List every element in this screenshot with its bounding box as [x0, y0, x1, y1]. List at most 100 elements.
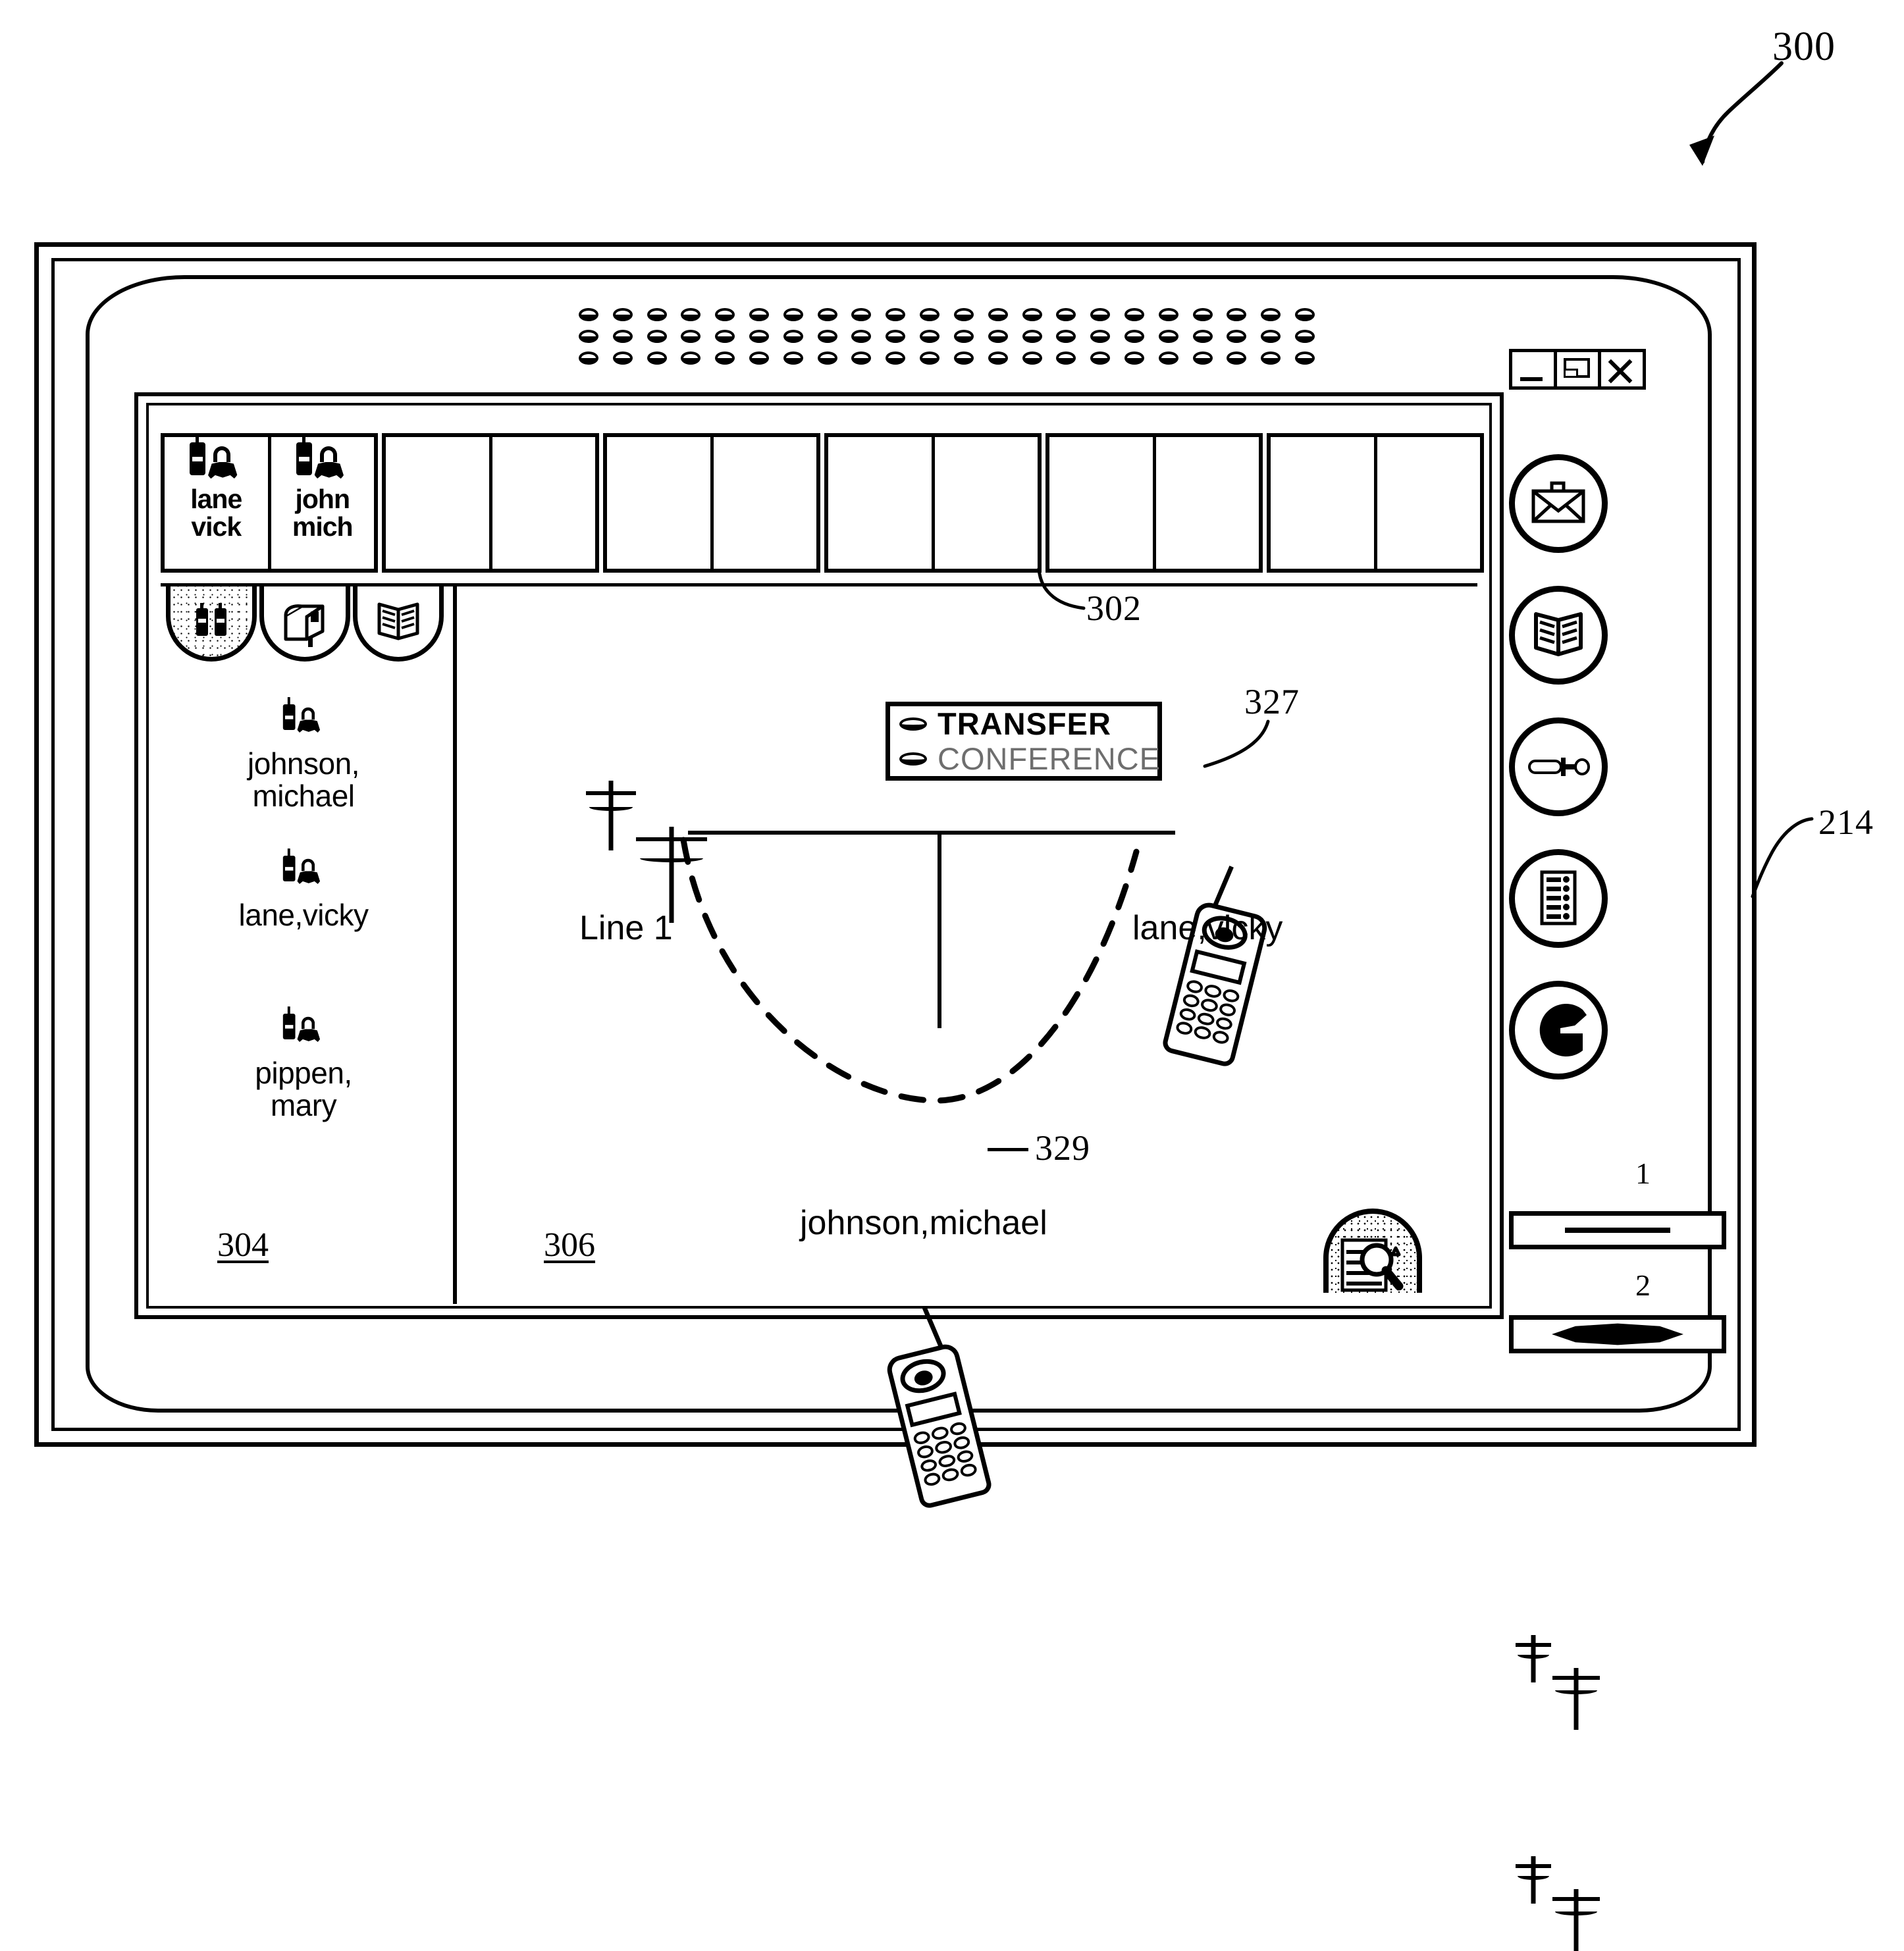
- tab-empty[interactable]: [492, 437, 595, 569]
- tab-empty[interactable]: [386, 437, 492, 569]
- tab-empty[interactable]: [607, 437, 714, 569]
- speaker-hole: [920, 329, 940, 343]
- speaker-hole: [1295, 351, 1315, 365]
- restore-button[interactable]: [1557, 352, 1602, 386]
- speaker-hole: [749, 308, 769, 322]
- menu-item-transfer[interactable]: TRANSFER: [890, 706, 1157, 741]
- speaker-hole: [1158, 308, 1178, 322]
- telephone-pole-small-icon: [586, 781, 636, 850]
- speaker-hole: [1090, 329, 1111, 343]
- speaker-hole: [1124, 351, 1144, 365]
- toolbar-button-messages[interactable]: [1509, 454, 1608, 553]
- list-item[interactable]: pippen, mary: [162, 1006, 445, 1122]
- speaker-hole: [817, 329, 837, 343]
- toolbar-button-directory[interactable]: [1509, 586, 1608, 685]
- speaker-hole: [886, 308, 906, 322]
- transfer-conference-menu[interactable]: TRANSFER CONFERENCE: [886, 702, 1162, 781]
- speaker-hole: [851, 351, 872, 365]
- tab-empty[interactable]: [1377, 437, 1480, 569]
- tab-empty[interactable]: [934, 437, 1038, 569]
- speaker-hole: [715, 351, 735, 365]
- radio-icon: [899, 717, 927, 731]
- device-leader-line: [1751, 817, 1814, 898]
- two-poles-icon: [1516, 1856, 1551, 1904]
- toolbar-button-brand[interactable]: [1509, 981, 1608, 1080]
- tab-empty[interactable]: [1155, 437, 1259, 569]
- right-toolbar: [1509, 454, 1641, 1310]
- tab-label-line1: lane: [190, 484, 242, 514]
- speaker-hole: [886, 329, 906, 343]
- speaker-hole: [1022, 308, 1042, 322]
- tab-group: [1267, 433, 1484, 573]
- line-1-indicator[interactable]: [1509, 1211, 1726, 1249]
- speaker-hole: [715, 308, 735, 322]
- line-2-indicator[interactable]: [1509, 1315, 1726, 1353]
- tab-empty[interactable]: [713, 437, 816, 569]
- toolbar-button-call-log[interactable]: [1509, 849, 1608, 948]
- speaker-hole: [1022, 329, 1042, 343]
- speaker-hole: [988, 329, 1008, 343]
- mailbox-icon: [284, 604, 325, 647]
- speaker-hole: [647, 351, 667, 365]
- speaker-hole: [1056, 308, 1076, 322]
- speaker-hole: [783, 308, 803, 322]
- tab-empty[interactable]: [1271, 437, 1377, 569]
- speaker-hole: [1090, 351, 1111, 365]
- tab-group: [603, 433, 820, 573]
- speaker-hole: [715, 329, 735, 343]
- tab-group: [382, 433, 599, 573]
- speaker-hole: [1192, 329, 1213, 343]
- speaker-hole: [681, 308, 701, 322]
- tab-lane[interactable]: lane vick: [165, 437, 271, 569]
- speaker-hole: [851, 329, 872, 343]
- person-handset-icon: [291, 437, 354, 486]
- remote-party-label: lane,vicky: [1132, 909, 1283, 947]
- two-poles-icon: [1552, 1668, 1600, 1730]
- toolbar-button-settings[interactable]: [1509, 717, 1608, 816]
- line-1-number: 1: [1635, 1157, 1651, 1190]
- person-handset-icon: [279, 848, 329, 889]
- minimize-button[interactable]: [1512, 352, 1557, 386]
- speaker-hole: [612, 329, 633, 343]
- tab-group: lane vick john mich: [161, 433, 378, 573]
- person-handset-icon: [279, 697, 329, 738]
- speaker-hole: [681, 351, 701, 365]
- speaker-hole: [851, 308, 872, 322]
- speaker-hole: [988, 351, 1008, 365]
- speaker-hole: [578, 308, 598, 322]
- line-1-idle-bar: [1565, 1228, 1670, 1233]
- close-button[interactable]: [1601, 352, 1643, 386]
- two-handsets-icon: [196, 602, 226, 636]
- menu-item-conference[interactable]: CONFERENCE: [890, 741, 1160, 776]
- contact-name-line1: johnson,: [248, 746, 359, 781]
- list-item[interactable]: lane,vicky: [162, 848, 445, 931]
- contact-name-line2: mary: [270, 1087, 337, 1122]
- tab-john[interactable]: john mich: [271, 437, 374, 569]
- speaker-hole: [1158, 329, 1178, 343]
- tab-group: [1045, 433, 1263, 573]
- person-handset-icon: [184, 437, 248, 486]
- tab-label-line2: vick: [191, 511, 242, 542]
- document-magnifier-icon: [1340, 1238, 1404, 1292]
- local-party-label: johnson,michael: [800, 1204, 1047, 1242]
- local-phone-leader-line: [988, 1148, 1028, 1151]
- contact-name-line1: pippen,: [255, 1056, 352, 1090]
- speaker-hole: [1261, 329, 1281, 343]
- figure-leader-arrow: [1689, 61, 1784, 166]
- speaker-hole: [1192, 308, 1213, 322]
- line-label: Line 1: [579, 909, 673, 947]
- speaker-hole: [817, 308, 837, 322]
- speaker-hole: [920, 351, 940, 365]
- open-book-icon: [377, 602, 419, 640]
- speaker-grille: [571, 304, 1322, 369]
- tab-empty[interactable]: [1049, 437, 1156, 569]
- speaker-hole: [1227, 308, 1247, 322]
- minimize-icon: [1520, 377, 1543, 381]
- list-item[interactable]: johnson, michael: [162, 697, 445, 812]
- tab-empty[interactable]: [828, 437, 935, 569]
- speaker-hole: [783, 351, 803, 365]
- speaker-hole: [1158, 351, 1178, 365]
- speaker-hole: [1261, 308, 1281, 322]
- speaker-hole: [578, 329, 598, 343]
- speaker-hole: [953, 351, 974, 365]
